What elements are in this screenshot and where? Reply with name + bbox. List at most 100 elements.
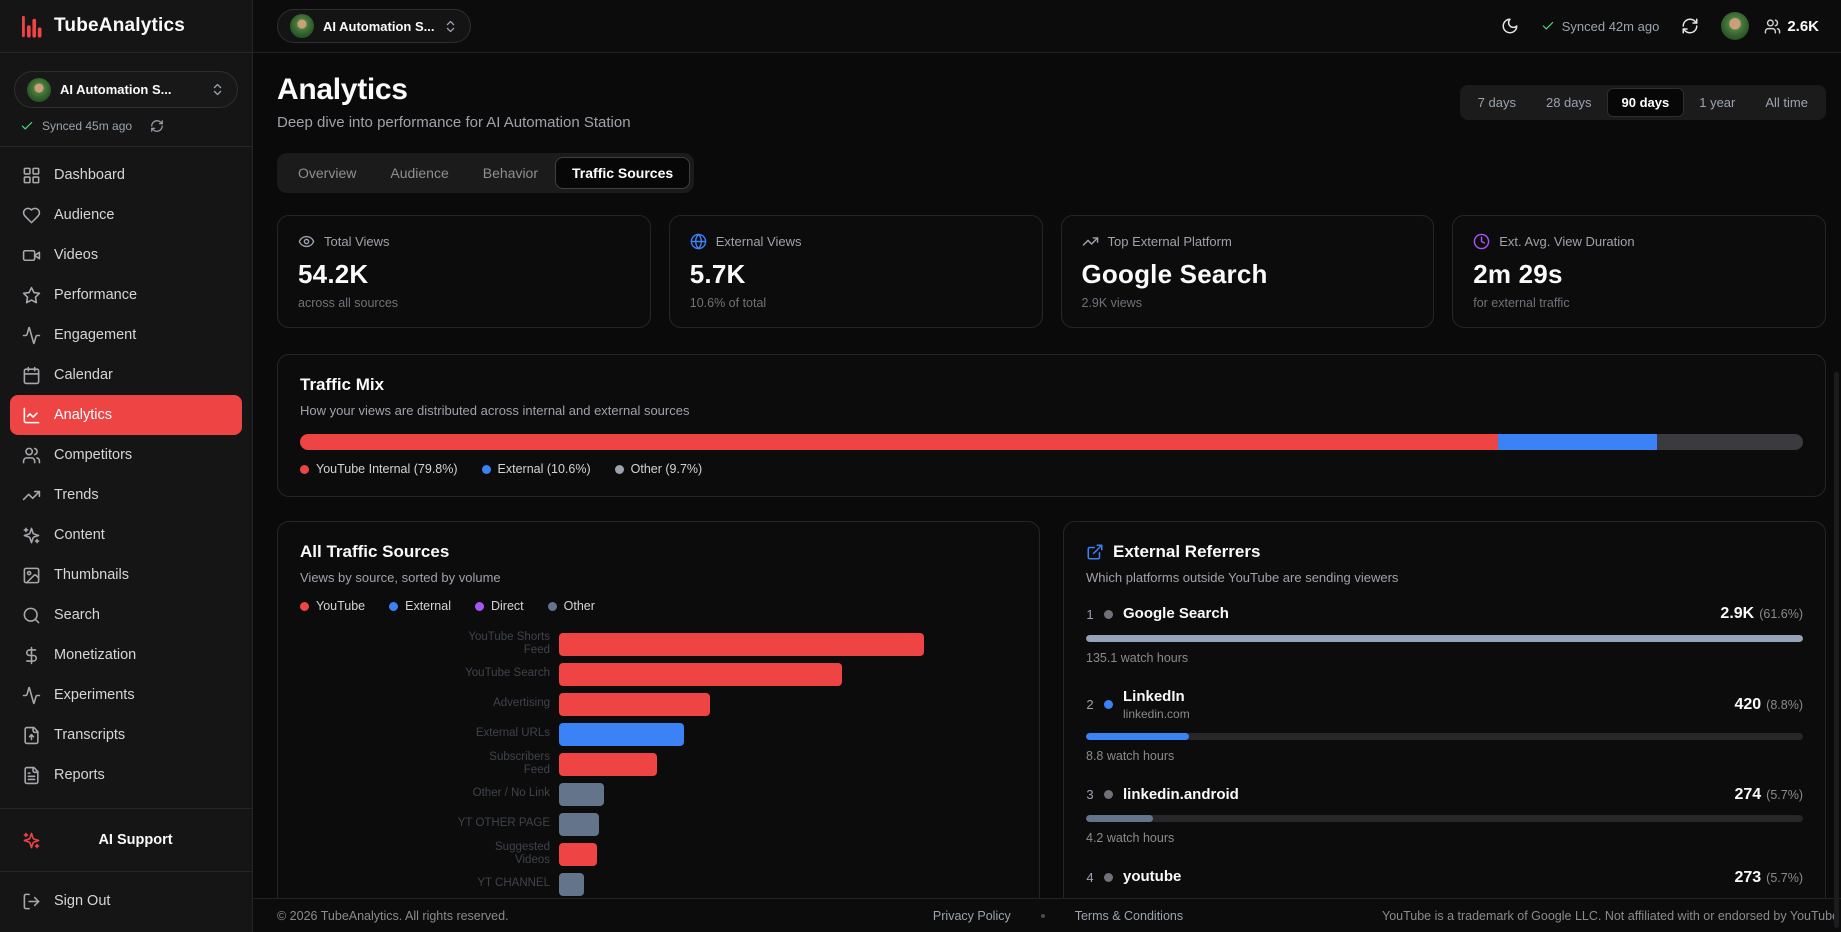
traffic-sources-title: All Traffic Sources [300,542,1017,562]
sparkles-icon [22,831,41,850]
chart-row: Other / No Link [300,779,1017,809]
stat-card-external-views: External Views 5.7K 10.6% of total [669,215,1043,328]
stat-card-ext-avg-view-duration: Ext. Avg. View Duration 2m 29s for exter… [1452,215,1826,328]
legend-item: External [389,599,451,613]
sidebar-channel-selector[interactable]: AI Automation S... [14,71,238,108]
tab-behavior[interactable]: Behavior [466,157,555,189]
chart-category-label: Other / No Link [300,787,559,800]
legend-label: Other [564,599,595,613]
legend-label: Other (9.7%) [631,462,703,476]
sidebar-item-performance[interactable]: Performance [10,275,242,315]
chart-bar[interactable] [559,873,584,896]
sign-out-label: Sign Out [54,893,110,909]
external-referrers-header: External Referrers [1086,542,1803,562]
chart-bar[interactable] [559,843,597,866]
footer-link-privacy-policy[interactable]: Privacy Policy [933,909,1011,923]
refresh-icon [1681,17,1699,35]
time-range-90-days[interactable]: 90 days [1607,88,1685,117]
dark-mode-toggle[interactable] [1494,10,1526,42]
time-range-28-days[interactable]: 28 days [1531,88,1607,117]
traffic-mix-subtitle: How your views are distributed across in… [300,403,1803,418]
external-referrers-title: External Referrers [1113,542,1260,562]
sidebar-sync-status: Synced 45m ago [0,108,252,147]
referrer-watch-hours: 4.2 watch hours [1086,831,1803,845]
mix-segment-other [1657,434,1803,450]
referrer-name: youtube [1123,868,1181,887]
time-range-all-time[interactable]: All time [1750,88,1823,117]
sidebar-item-label: Calendar [54,367,113,383]
sidebar-item-analytics[interactable]: Analytics [10,395,242,435]
referrer-views: 2.9K [1720,605,1754,622]
sidebar-item-trends[interactable]: Trends [10,475,242,515]
dollar-icon [22,646,41,665]
sidebar-item-competitors[interactable]: Competitors [10,435,242,475]
chart-bar[interactable] [559,813,599,836]
sync-status-text: Synced 42m ago [1562,19,1660,34]
chart-category-label: Advertising [300,697,559,710]
footer-link-terms-conditions[interactable]: Terms & Conditions [1075,909,1183,923]
sidebar-item-videos[interactable]: Videos [10,235,242,275]
chart-bar[interactable] [559,663,842,686]
sign-out-button[interactable]: Sign Out [10,881,242,921]
referrer-item: 3 linkedin.android 274(5.7%) 4.2 watch h… [1086,786,1803,846]
chart-bar[interactable] [559,753,657,776]
users-icon [22,446,41,465]
tab-traffic-sources[interactable]: Traffic Sources [555,157,690,189]
sidebar-item-ai-support[interactable]: AI Support [10,820,242,860]
brand[interactable]: TubeAnalytics [0,0,252,53]
page-subtitle: Deep dive into performance for AI Automa… [277,114,631,131]
referrer-name: linkedin.android [1123,786,1239,805]
stat-card-sub: 10.6% of total [690,296,1022,310]
time-range-1-year[interactable]: 1 year [1684,88,1750,117]
refresh-button[interactable] [1674,10,1706,42]
sidebar-item-reports[interactable]: Reports [10,755,242,795]
traffic-mix-title: Traffic Mix [300,375,1803,395]
legend-dot-icon [548,602,557,611]
tab-audience[interactable]: Audience [373,157,465,189]
chart-category-label: YT CHANNEL [300,877,559,890]
calendar-icon [22,366,41,385]
sidebar-item-search[interactable]: Search [10,595,242,635]
referrer-item: 4 youtube 273(5.7%) 12.7 watch hours [1086,868,1803,898]
topbar: AI Automation S... Synced 42m ago 2.6K [253,0,1841,53]
traffic-mix-bar [300,434,1803,450]
scrollbar-thumb[interactable] [1834,372,1839,928]
refresh-icon[interactable] [150,119,164,133]
legend-label: External (10.6%) [498,462,591,476]
sidebar-item-calendar[interactable]: Calendar [10,355,242,395]
sidebar-item-transcripts[interactable]: Transcripts [10,715,242,755]
sidebar-item-thumbnails[interactable]: Thumbnails [10,555,242,595]
chart-bar[interactable] [559,693,710,716]
channel-avatar [27,78,51,102]
sidebar-item-audience[interactable]: Audience [10,195,242,235]
chart-bar[interactable] [559,723,684,746]
channel-selector-label: AI Automation S... [323,19,434,34]
sparkles-icon [22,526,41,545]
chart-category-label: External URLs [300,727,559,740]
footer-disclaimer: YouTube is a trademark of Google LLC. No… [1183,909,1841,923]
chart-row: Subscribers Feed [300,749,1017,779]
sidebar-item-experiments[interactable]: Experiments [10,675,242,715]
chart-bar[interactable] [559,783,604,806]
chart-row: YT CHANNEL [300,869,1017,898]
sidebar-item-monetization[interactable]: Monetization [10,635,242,675]
time-range-7-days[interactable]: 7 days [1463,88,1531,117]
footer-separator [1041,914,1045,918]
heart-icon [22,206,41,225]
chart-category-label: Suggested Videos [300,841,559,867]
tab-overview[interactable]: Overview [281,157,373,189]
user-avatar[interactable] [1721,12,1749,40]
chart-bar[interactable] [559,633,924,656]
sidebar-item-dashboard[interactable]: Dashboard [10,155,242,195]
chevrons-up-down-icon [210,82,225,97]
legend-label: External [405,599,451,613]
referrer-dot-icon [1104,700,1113,709]
sidebar-item-label: Performance [54,287,137,303]
chart-category-label: Subscribers Feed [300,751,559,777]
referrer-dot-icon [1104,610,1113,619]
sidebar-item-content[interactable]: Content [10,515,242,555]
sidebar-item-engagement[interactable]: Engagement [10,315,242,355]
sidebar-item-label: Analytics [54,407,112,423]
subscriber-count: 2.6K [1764,18,1819,35]
topbar-channel-selector[interactable]: AI Automation S... [277,9,471,43]
